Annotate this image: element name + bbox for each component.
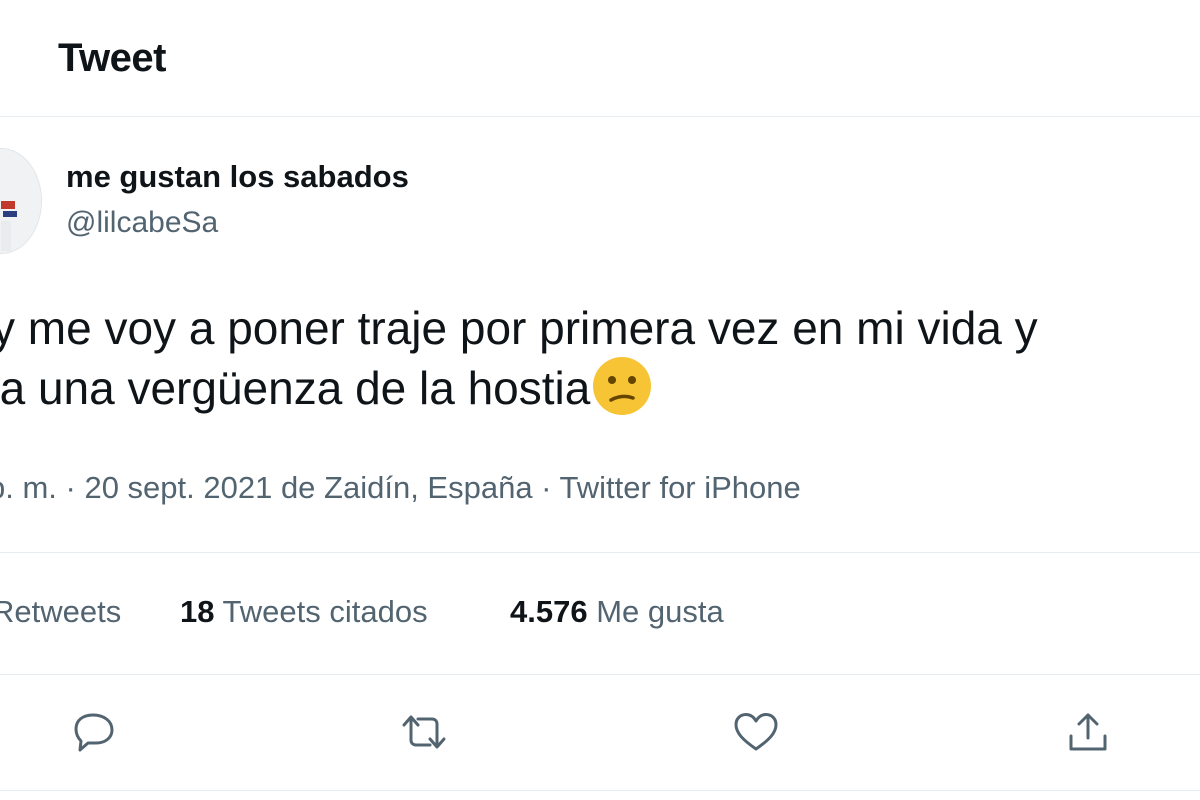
retweets-label: Retweets (0, 594, 122, 629)
like-button[interactable] (732, 710, 780, 754)
retweet-button[interactable] (400, 710, 448, 754)
confused-face-icon (592, 356, 652, 428)
header-divider (0, 116, 1200, 117)
actions-divider (0, 790, 1200, 791)
tweet-text: y me voy a poner traje por primera vez e… (0, 300, 1200, 415)
likes-label: Me gusta (596, 594, 724, 629)
likes-count: 4.576 (510, 594, 588, 629)
reply-icon (74, 713, 114, 752)
avatar-image (0, 149, 41, 253)
heart-icon (734, 713, 778, 751)
tweet-text-line: y me voy a poner traje por primera vez e… (0, 302, 1038, 354)
page-title: Tweet (58, 36, 166, 80)
tweet-page: Tweet me gustan los sabados @lilcabeSa y… (0, 0, 1200, 800)
retweet-icon (402, 715, 446, 749)
quote-tweets-label: Tweets citados (222, 594, 428, 629)
stats-divider (0, 674, 1200, 675)
share-button[interactable] (1064, 710, 1112, 754)
meta-divider (0, 552, 1200, 553)
retweets-stat[interactable]: Retweets (0, 592, 121, 632)
tweet-metadata[interactable]: p. m. · 20 sept. 2021 de Zaidín, España … (0, 468, 801, 508)
share-icon (1069, 713, 1107, 751)
author-handle[interactable]: @lilcabeSa (66, 205, 218, 241)
quote-tweets-stat[interactable]: 18 Tweets citados (180, 592, 428, 632)
reply-button[interactable] (70, 710, 118, 754)
tweet-text-line: da una vergüenza de la hostia (0, 356, 1200, 415)
tweet-text-line-content: da una vergüenza de la hostia (0, 362, 591, 414)
likes-stat[interactable]: 4.576 Me gusta (510, 592, 724, 632)
author-name[interactable]: me gustan los sabados (66, 158, 409, 196)
quote-tweets-count: 18 (180, 594, 215, 629)
avatar[interactable] (0, 148, 42, 254)
